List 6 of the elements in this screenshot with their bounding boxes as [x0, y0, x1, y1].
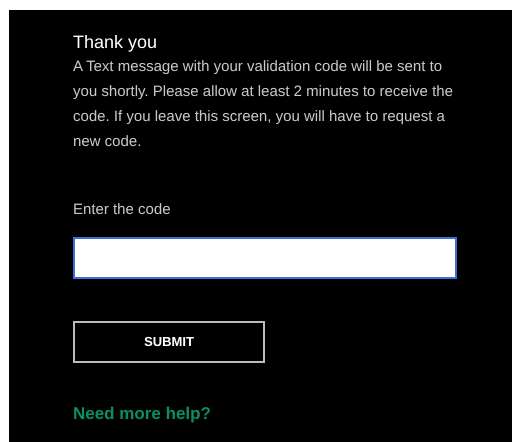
help-link[interactable]: Need more help? [73, 401, 211, 426]
field-label: Enter the code [73, 200, 172, 220]
submit-button[interactable]: SUBMIT [73, 321, 265, 363]
code-input-field[interactable] [73, 237, 457, 279]
dialog-title: Thank you [73, 31, 158, 54]
message-text: A Text message with your validation code will be sent to you shortly. Please allow at least 2 minutes to receive the code. If you leave this screen, you will have to request a new code. [73, 57, 454, 152]
